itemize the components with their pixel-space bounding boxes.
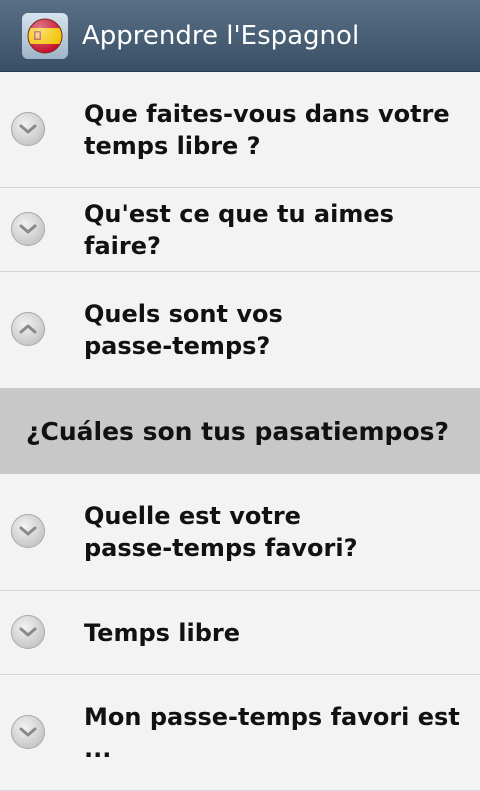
app-bar: Apprendre l'Espagnol [0, 0, 480, 72]
list-item-label: Quelle est votre passe-temps favori? [84, 502, 358, 562]
chevron-up-icon[interactable] [11, 312, 45, 346]
spain-flag-icon [27, 18, 63, 53]
list-item-label: Quels sont vos passe-temps? [84, 300, 283, 360]
list-item[interactable]: Quelle est votre passe-temps favori? [0, 474, 480, 591]
list-item-label: Qu'est ce que tu aimes faire? [84, 199, 394, 260]
app-title: Apprendre l'Espagnol [82, 20, 360, 51]
chevron-down-icon[interactable] [11, 715, 45, 749]
chevron-down-icon[interactable] [11, 211, 45, 246]
app-icon[interactable] [22, 12, 68, 59]
translation-answer: ¿Cuáles son tus pasatiempos? [0, 388, 480, 474]
chevron-down-icon[interactable] [11, 614, 45, 649]
list-item-label: Temps libre [84, 618, 241, 647]
chevron-down-icon[interactable] [11, 514, 45, 548]
list-item[interactable]: Temps libre [0, 591, 480, 675]
list-item-expanded[interactable]: Quels sont vos passe-temps? [0, 272, 480, 388]
list-item[interactable]: Que faites-vous dans votre temps libre ? [0, 72, 480, 188]
list-item-label: Que faites-vous dans votre temps libre ? [84, 99, 450, 160]
list-item[interactable]: Mon passe-temps favori est ... [0, 675, 480, 791]
list-item[interactable]: Qu'est ce que tu aimes faire? [0, 188, 480, 272]
list-item-label: Mon passe-temps favori est ... [84, 703, 460, 763]
phrase-list: Que faites-vous dans votre temps libre ?… [0, 72, 480, 791]
chevron-down-icon[interactable] [11, 111, 45, 146]
